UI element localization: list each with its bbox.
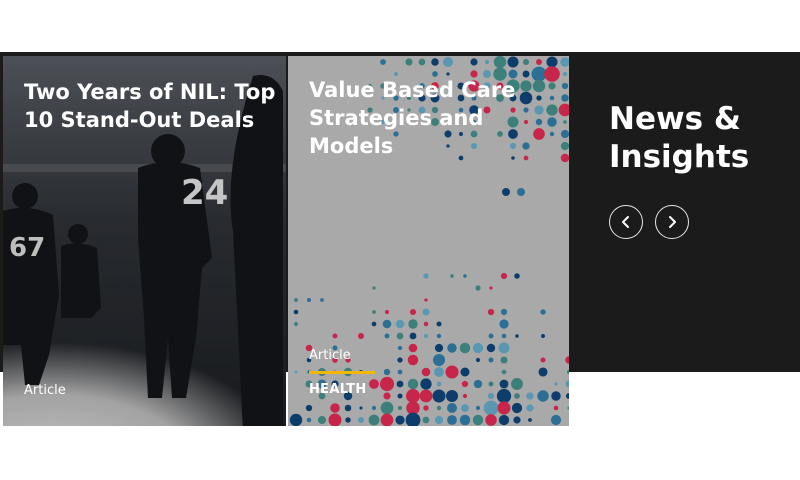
accent-rule	[309, 371, 375, 374]
article-card-value-based-care[interactable]: Value Based Care Strategies and Models A…	[288, 56, 569, 426]
category-tag[interactable]: HEALTH	[309, 382, 367, 397]
section-title: News & Insights	[609, 101, 750, 175]
chevron-left-icon	[622, 216, 629, 228]
card-title[interactable]: Two Years of NIL: Top 10 Stand-Out Deals	[24, 78, 276, 134]
card-type-label: Article	[24, 383, 66, 398]
card-title[interactable]: Value Based Care Strategies and Models	[309, 76, 559, 160]
card-type-label: Article	[309, 348, 351, 363]
carousel-next-button[interactable]	[655, 205, 689, 239]
chevron-right-icon	[669, 216, 676, 228]
article-card-nil[interactable]: 24 67 Two Years of NIL: Top 10 Stand-Out…	[3, 56, 286, 426]
carousel-prev-button[interactable]	[609, 205, 643, 239]
